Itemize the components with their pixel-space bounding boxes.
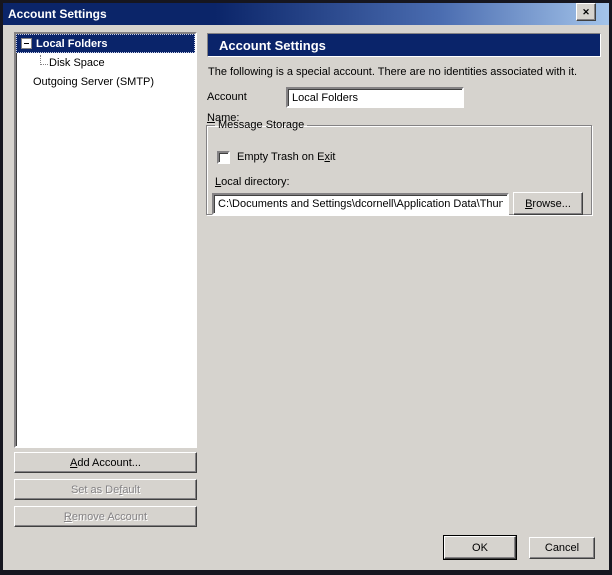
tree-item-label: Local Folders [36, 38, 108, 50]
tree-item-label: Disk Space [49, 57, 105, 69]
tree-item-disk-space[interactable]: Disk Space [16, 53, 195, 72]
window-title: Account Settings [3, 3, 609, 25]
local-directory-input[interactable] [212, 193, 509, 215]
tree-item-outgoing-server[interactable]: Outgoing Server (SMTP) [16, 72, 195, 91]
set-default-button[interactable]: Set as Default [14, 479, 197, 500]
button-label: OK [472, 542, 488, 554]
button-label: Remove Account [64, 511, 147, 523]
remove-account-button[interactable]: Remove Account [14, 506, 197, 527]
group-legend: Message Storage [215, 119, 307, 131]
button-label: Cancel [545, 542, 579, 554]
close-icon: ✕ [582, 7, 590, 18]
account-name-input[interactable] [286, 87, 464, 108]
close-button[interactable]: ✕ [576, 3, 596, 21]
tree-item-local-folders[interactable]: Local Folders [16, 34, 195, 53]
cancel-button[interactable]: Cancel [529, 537, 595, 559]
button-label: Browse... [525, 198, 571, 210]
local-directory-label: Local directory: [215, 176, 290, 188]
panel-title: Account Settings [219, 38, 326, 53]
button-label: Set as Default [71, 484, 140, 496]
browse-button[interactable]: Browse... [513, 192, 583, 215]
empty-trash-row[interactable]: Empty Trash on Exit [217, 150, 335, 164]
title-bar[interactable]: Account Settings [3, 3, 609, 25]
button-label: Add Account... [70, 457, 141, 469]
panel-header: Account Settings [207, 33, 601, 57]
tree-connector [40, 55, 48, 65]
tree-item-label: Outgoing Server (SMTP) [33, 76, 154, 88]
accounts-tree[interactable]: Local Folders Disk Space Outgoing Server… [14, 32, 197, 448]
empty-trash-checkbox[interactable] [217, 151, 230, 164]
empty-trash-label: Empty Trash on Exit [237, 151, 335, 163]
message-storage-group: Message Storage Empty Trash on Exit Loca… [206, 119, 592, 215]
collapse-icon[interactable] [21, 38, 32, 49]
description-text: The following is a special account. Ther… [208, 66, 600, 78]
ok-button[interactable]: OK [444, 536, 516, 559]
account-settings-dialog: Account Settings ✕ Local Folders Disk Sp… [0, 0, 612, 575]
add-account-button[interactable]: Add Account... [14, 452, 197, 473]
